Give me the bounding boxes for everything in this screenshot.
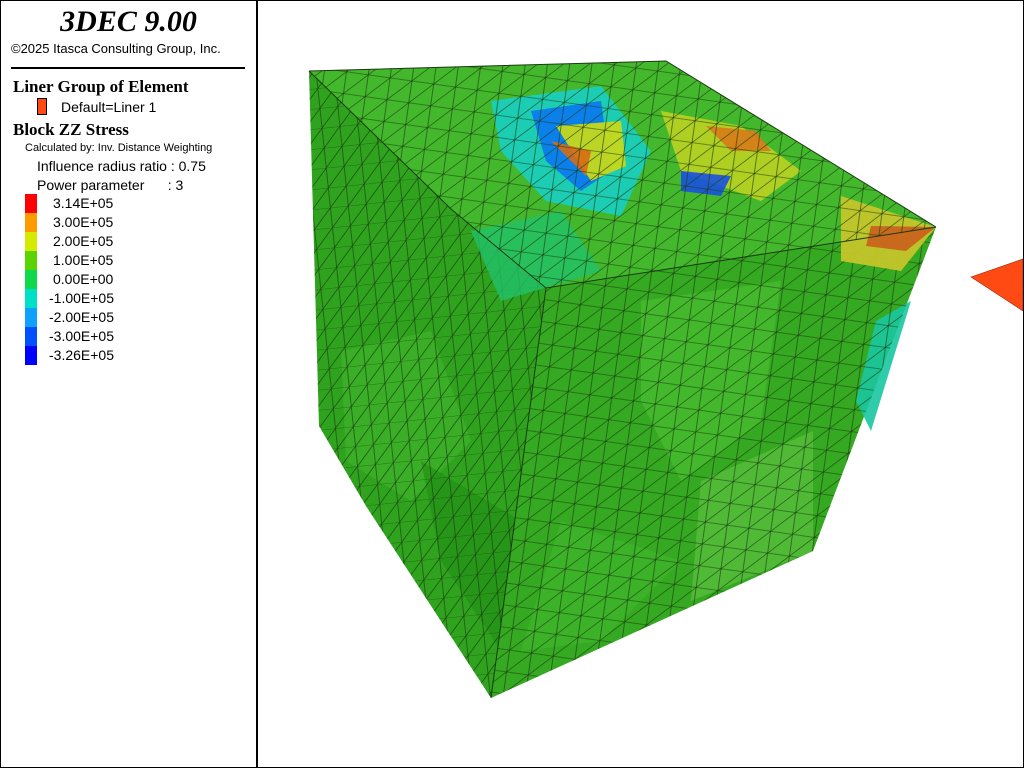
calc-method-text: Calculated by: Inv. Distance Weighting (25, 142, 213, 154)
liner-element-shape (970, 258, 1023, 312)
colorbar-label: -3.26E+05 (49, 347, 114, 363)
block-model-render[interactable] (258, 2, 1023, 767)
colorbar-swatch (25, 327, 37, 346)
colorbar-swatch (25, 270, 37, 289)
colorbar-label: 3.00E+05 (53, 214, 114, 230)
colorbar-swatch (25, 346, 37, 365)
power-parameter-text: Power parameter : 3 (37, 177, 184, 193)
colorbar-swatch (25, 213, 37, 232)
app-title: 3DEC 9.00 (60, 5, 197, 38)
liner-color-swatch (37, 98, 47, 115)
model-viewport[interactable] (258, 2, 1023, 767)
block-front-face (491, 227, 936, 698)
colorbar-swatch (25, 308, 37, 327)
colorbar-label: -3.00E+05 (49, 328, 114, 344)
legend-divider (11, 67, 245, 69)
legend-panel: 3DEC 9.00 ©2025 Itasca Consulting Group,… (1, 1, 258, 767)
colorbar-label: 1.00E+05 (53, 252, 114, 268)
colorbar-label: 2.00E+05 (53, 233, 114, 249)
block-stress-heading: Block ZZ Stress (13, 120, 129, 139)
liner-group-heading: Liner Group of Element (13, 77, 189, 96)
colorbar-label: -2.00E+05 (49, 309, 114, 325)
colorbar-swatch (25, 194, 37, 213)
colorbar-swatch (25, 251, 37, 270)
liner-item-label: Default=Liner 1 (61, 99, 157, 115)
copyright-text: ©2025 Itasca Consulting Group, Inc. (11, 41, 221, 56)
window-frame: 3DEC 9.00 ©2025 Itasca Consulting Group,… (0, 0, 1024, 768)
colorbar-label: 0.00E+00 (53, 271, 114, 287)
colorbar-swatch (25, 289, 37, 308)
colorbar-label: 3.14E+05 (53, 195, 114, 211)
influence-radius-text: Influence radius ratio : 0.75 (37, 158, 206, 174)
colorbar-swatch (25, 232, 37, 251)
colorbar-label: -1.00E+05 (49, 290, 114, 306)
